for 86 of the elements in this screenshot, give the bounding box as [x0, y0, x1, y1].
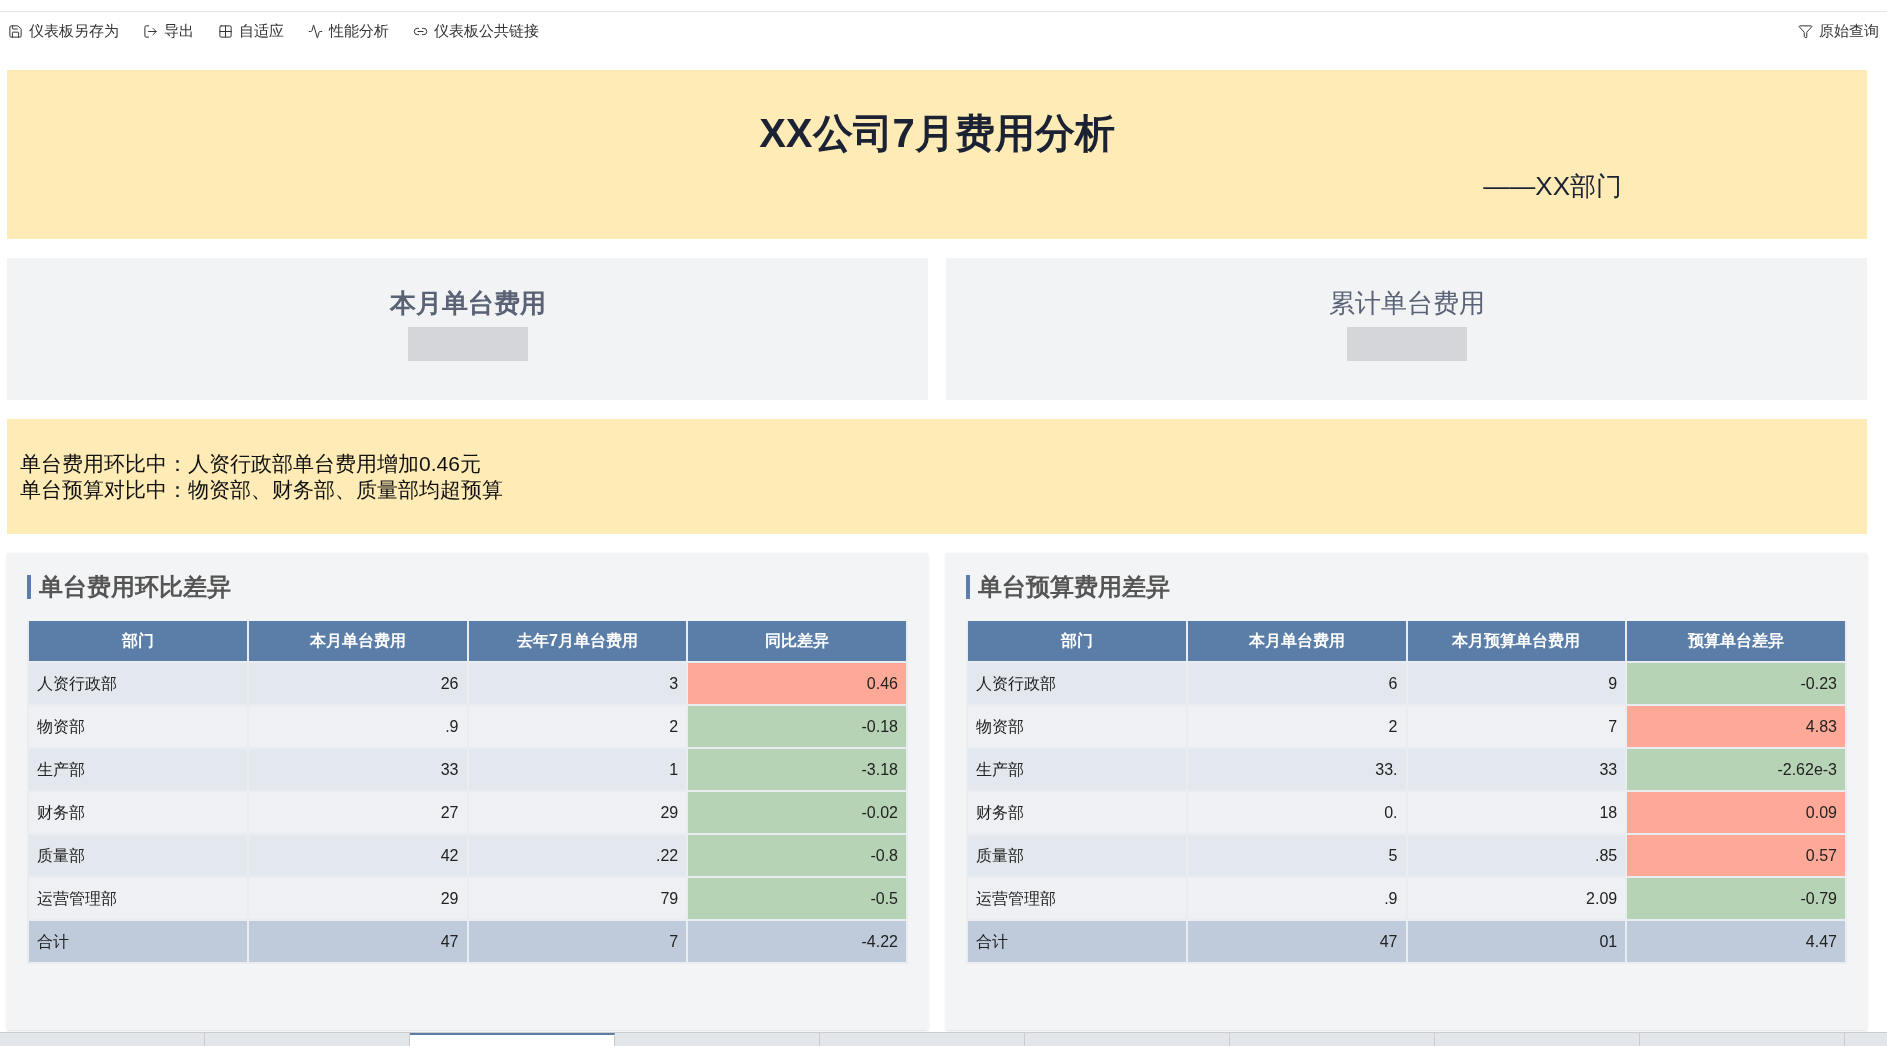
- export-icon: [143, 23, 158, 39]
- table-cell: 物资部: [28, 705, 248, 748]
- table-cell: -2.62e-3: [1626, 748, 1846, 791]
- table-cell: 物资部: [967, 705, 1187, 748]
- table-cell: 0.09: [1626, 791, 1846, 834]
- table-cell: 79: [467, 877, 688, 920]
- table-cell: 运营管理部: [28, 877, 248, 920]
- table-cell: .9: [1186, 877, 1407, 920]
- table-cell: 9: [1406, 662, 1627, 705]
- total-cell: 4.47: [1626, 920, 1846, 963]
- table-cell: 26: [247, 662, 468, 705]
- table-cell: -0.02: [687, 791, 907, 834]
- filter-icon: [1798, 23, 1813, 39]
- table-cell: -0.23: [1626, 662, 1846, 705]
- table-cell: 质量部: [28, 834, 248, 877]
- table-cell: 0.: [1186, 791, 1407, 834]
- toolbar-button[interactable]: 自适应: [218, 19, 284, 43]
- total-cell: 7: [467, 920, 688, 963]
- table-cell: 5: [1186, 834, 1407, 877]
- table-cell: 27: [247, 791, 468, 834]
- chart-icon: [308, 23, 323, 39]
- table-cell: 财务部: [28, 791, 248, 834]
- table-cell: .22: [467, 834, 688, 877]
- table-cell: 0.57: [1626, 834, 1846, 877]
- table-cell: -0.5: [687, 877, 907, 920]
- table-cell: 2.09: [1406, 877, 1627, 920]
- column-header: 本月单台费用: [247, 621, 468, 662]
- summary-text: 单台预算对比中：物资部、财务部、质量部均超预算: [20, 476, 504, 503]
- kpi-label: 本月单台费用: [389, 287, 546, 320]
- table-cell: 质量部: [967, 834, 1187, 877]
- table-cell: 2: [1186, 705, 1407, 748]
- table-cell: -3.18: [687, 748, 907, 791]
- table-cell: 生产部: [967, 748, 1187, 791]
- table-title: 单台预算费用差异: [978, 572, 1170, 602]
- table-cell: 29: [467, 791, 688, 834]
- kpi-label: 累计单台费用: [1328, 287, 1485, 320]
- dashboard-subtitle: ——XX部门: [1483, 170, 1622, 203]
- table-cell: 1: [467, 748, 688, 791]
- column-header: 部门: [967, 621, 1187, 662]
- table-cell: 33.: [1186, 748, 1407, 791]
- total-cell: 47: [247, 920, 468, 963]
- table-cell: 33: [247, 748, 468, 791]
- column-header: 本月单台费用: [1186, 621, 1407, 662]
- toolbar-button[interactable]: 仪表板另存为: [8, 19, 119, 43]
- total-cell: 01: [1406, 920, 1627, 963]
- table-cell: 42: [247, 834, 468, 877]
- dashboard-title: XX公司7月费用分析: [759, 110, 1115, 157]
- table-cell: 人资行政部: [28, 662, 248, 705]
- table-cell: 财务部: [967, 791, 1187, 834]
- table-cell: 3: [467, 662, 688, 705]
- table-cell: 生产部: [28, 748, 248, 791]
- total-cell: 47: [1186, 920, 1407, 963]
- column-header: 本月预算单台费用: [1406, 621, 1627, 662]
- title-accent: [27, 575, 31, 599]
- summary-text: 单台费用环比中：人资行政部单台费用增加0.46元: [20, 450, 482, 477]
- column-header: 预算单台差异: [1626, 621, 1846, 662]
- sheet-tab[interactable]: [410, 1033, 615, 1046]
- table-cell: 6: [1186, 662, 1407, 705]
- table-cell: 运营管理部: [967, 877, 1187, 920]
- grid-icon: [218, 23, 233, 39]
- column-header: 部门: [28, 621, 248, 662]
- toolbar-button[interactable]: 原始查询: [1798, 19, 1879, 43]
- column-header: 去年7月单台费用: [467, 621, 688, 662]
- table-cell: 33: [1406, 748, 1627, 791]
- total-cell: -4.22: [687, 920, 907, 963]
- table-cell: -0.18: [687, 705, 907, 748]
- toolbar-button[interactable]: 导出: [143, 19, 194, 43]
- toolbar-button[interactable]: 仪表板公共链接: [413, 19, 539, 43]
- table-cell: 人资行政部: [967, 662, 1187, 705]
- table-cell: 2: [467, 705, 688, 748]
- table-title: 单台费用环比差异: [39, 572, 231, 602]
- table-cell: 29: [247, 877, 468, 920]
- table-cell: -0.8: [687, 834, 907, 877]
- table-cell: 7: [1406, 705, 1627, 748]
- table-cell: .85: [1406, 834, 1627, 877]
- column-header: 同比差异: [687, 621, 907, 662]
- table-cell: 4.83: [1626, 705, 1846, 748]
- table-cell: .9: [247, 705, 468, 748]
- title-accent: [966, 575, 970, 599]
- table-cell: 18: [1406, 791, 1627, 834]
- total-cell: 合计: [967, 920, 1187, 963]
- toolbar-button[interactable]: 性能分析: [308, 19, 389, 43]
- total-cell: 合计: [28, 920, 248, 963]
- save-icon: [8, 23, 23, 39]
- table-cell: 0.46: [687, 662, 907, 705]
- table-cell: -0.79: [1626, 877, 1846, 920]
